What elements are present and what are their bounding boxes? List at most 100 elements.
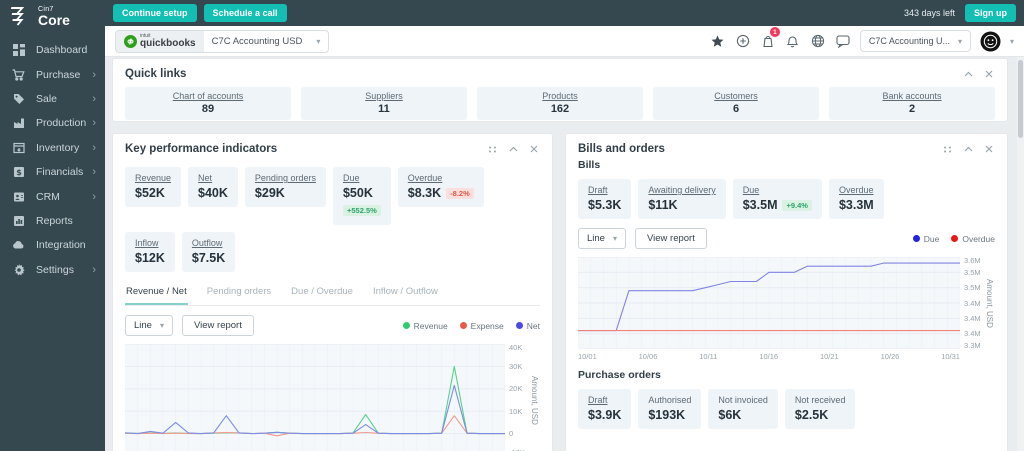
tab-due-overdue[interactable]: Due / Overdue xyxy=(290,282,354,305)
pending-orders-link[interactable]: Pending orders xyxy=(255,173,316,183)
continue-setup-button[interactable]: Continue setup xyxy=(113,4,197,22)
close-icon[interactable] xyxy=(983,68,995,80)
due-value: $50K xyxy=(342,186,373,200)
overdue-link[interactable]: Overdue xyxy=(408,173,474,183)
globe-icon[interactable] xyxy=(810,33,826,49)
bank-accounts-count: 2 xyxy=(908,103,916,115)
products-link[interactable]: Products xyxy=(477,91,643,101)
kpi-chart-type-select[interactable]: Line ▾ xyxy=(125,315,173,336)
bills-overdue-value: $3.3M xyxy=(838,198,874,212)
kpi-chip-revenue: Revenue $52K xyxy=(125,167,182,207)
bills-due-link[interactable]: Due xyxy=(743,185,812,195)
drag-handle-icon[interactable] xyxy=(486,143,498,155)
due-link[interactable]: Due xyxy=(343,173,381,183)
customers-link[interactable]: Customers xyxy=(653,91,819,101)
tab-inflow-outflow[interactable]: Inflow / Outflow xyxy=(372,282,439,305)
collapse-icon[interactable] xyxy=(962,143,974,155)
legend-due[interactable]: Due xyxy=(912,234,939,244)
chart-of-accounts-link[interactable]: Chart of accounts xyxy=(125,91,291,101)
sidebar-item-integration[interactable]: Integration xyxy=(0,233,105,257)
bills-due-value: $3.5M xyxy=(742,198,778,212)
close-icon[interactable] xyxy=(528,143,540,155)
bills-panel-title: Bills and orders xyxy=(578,143,665,155)
help-chat-icon[interactable] xyxy=(835,33,851,49)
tab-pending-orders[interactable]: Pending orders xyxy=(206,282,272,305)
sidebar-item-purchase[interactable]: Purchase xyxy=(0,62,105,86)
sidebar: Cin7 Core Dashboard Purchase Sale xyxy=(0,0,105,451)
awaiting-delivery-link[interactable]: Awaiting delivery xyxy=(648,185,715,195)
suppliers-link[interactable]: Suppliers xyxy=(301,91,467,101)
sidebar-item-crm[interactable]: CRM xyxy=(0,184,105,208)
sidebar-item-financials[interactable]: $ Financials xyxy=(0,160,105,184)
chevron-down-icon: ▾ xyxy=(612,234,617,243)
legend-label: Net xyxy=(526,320,540,331)
add-icon[interactable] xyxy=(735,33,751,49)
kpi-legend: Revenue Expense Net xyxy=(402,320,540,331)
revenue-link[interactable]: Revenue xyxy=(135,173,171,183)
kpi-view-report-button[interactable]: View report xyxy=(181,315,254,336)
sidebar-item-sale[interactable]: Sale xyxy=(0,87,105,111)
po-draft-link[interactable]: Draft xyxy=(588,395,621,405)
legend-net[interactable]: Net xyxy=(515,320,540,331)
bills-chart-plot xyxy=(578,257,960,349)
bills-draft-link[interactable]: Draft xyxy=(588,185,621,195)
collapse-icon[interactable] xyxy=(507,143,519,155)
drag-handle-icon[interactable] xyxy=(941,143,953,155)
bills-chip-due: Due $3.5M +9.4% xyxy=(732,179,822,219)
collapse-icon[interactable] xyxy=(962,68,974,80)
connected-account-label: C7C Accounting USD xyxy=(211,35,303,47)
net-link[interactable]: Net xyxy=(198,173,228,183)
sidebar-item-dashboard[interactable]: Dashboard xyxy=(0,38,105,62)
sidebar-item-label: Financials xyxy=(36,166,84,179)
account-dropdown[interactable]: C7C Accounting U... ▾ xyxy=(859,30,971,52)
trial-days-left: 343 days left xyxy=(903,8,955,18)
sidebar-item-inventory[interactable]: Inventory xyxy=(0,136,105,160)
po-chip-authorised: Authorised $193K xyxy=(638,389,702,429)
sidebar-item-label: CRM xyxy=(36,190,60,203)
inflow-link[interactable]: Inflow xyxy=(135,238,165,248)
favorites-star-icon[interactable] xyxy=(710,33,726,49)
chevron-right-icon xyxy=(92,93,96,105)
expense-dot-icon xyxy=(459,322,467,329)
due-dot-icon xyxy=(912,235,920,242)
legend-revenue[interactable]: Revenue xyxy=(402,321,448,331)
bell-icon[interactable] xyxy=(785,33,801,49)
scrollbar-track xyxy=(1017,57,1024,451)
close-icon[interactable] xyxy=(983,143,995,155)
notification-badge: 1 xyxy=(769,27,780,37)
schedule-call-button[interactable]: Schedule a call xyxy=(203,4,287,22)
avatar-menu-chevron-icon[interactable]: ▾ xyxy=(1010,37,1014,46)
bills-chart-type-select[interactable]: Line ▾ xyxy=(578,228,626,249)
user-avatar[interactable] xyxy=(980,31,1001,52)
sidebar-item-settings[interactable]: Settings xyxy=(0,258,105,282)
box-icon xyxy=(12,141,25,154)
legend-overdue[interactable]: Overdue xyxy=(951,234,995,244)
kpi-chart-ylabel: Amount, USD xyxy=(530,375,539,425)
sign-up-button[interactable]: Sign up xyxy=(965,4,1016,22)
kpi-chip-outflow: Outflow $7.5K xyxy=(181,232,236,272)
outflow-link[interactable]: Outflow xyxy=(192,238,225,248)
cin7-core-logo[interactable]: Cin7 Core xyxy=(0,0,105,30)
quickbooks-icon xyxy=(124,34,137,48)
net-dot-icon xyxy=(515,322,523,329)
kpi-chip-pending-orders: Pending orders $29K xyxy=(244,167,326,207)
topbar: Continue setup Schedule a call 343 days … xyxy=(105,0,1024,26)
bills-overdue-link[interactable]: Overdue xyxy=(839,185,874,195)
scrollbar-thumb[interactable] xyxy=(1018,60,1023,138)
kpi-chart-plot xyxy=(125,344,505,451)
bills-orders-panel: Bills and orders Bills Draft $5.3K Await… xyxy=(565,133,1008,451)
sidebar-item-production[interactable]: Production xyxy=(0,111,105,135)
bills-line-chart: 3.6M 3.5M 3.5M 3.4M 3.4M 3.4M 3.3M Amount, USD… xyxy=(578,257,995,361)
cloud-icon xyxy=(12,239,25,252)
bank-accounts-link[interactable]: Bank accounts xyxy=(829,91,995,101)
bills-chip-overdue: Overdue $3.3M xyxy=(828,179,884,219)
quickbooks-account-selector[interactable]: intuit quickbooks C7C Accounting USD ▾ xyxy=(115,29,330,53)
sidebar-item-reports[interactable]: Reports xyxy=(0,209,105,233)
bills-legend: Due Overdue xyxy=(912,234,995,244)
bills-subtitle: Bills xyxy=(578,159,601,171)
chart-of-accounts-count: 89 xyxy=(201,103,215,115)
whats-new-icon[interactable]: 1 xyxy=(760,27,780,49)
bills-view-report-button[interactable]: View report xyxy=(634,228,707,249)
legend-expense[interactable]: Expense xyxy=(459,321,504,331)
tab-revenue-net[interactable]: Revenue / Net xyxy=(125,282,188,305)
